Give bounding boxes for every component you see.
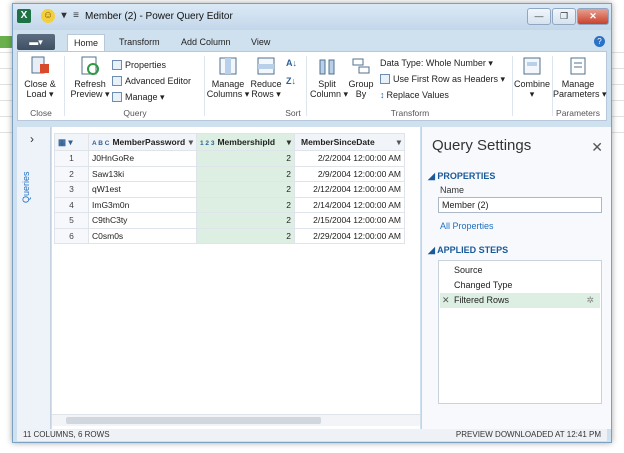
table-row[interactable]: 3 qW1est 2 2/12/2004 12:00:00 AM xyxy=(54,181,405,198)
step-source[interactable]: Source xyxy=(440,263,600,278)
properties-header[interactable]: ◢ PROPERTIES xyxy=(428,171,495,182)
column-header-memberpassword[interactable]: A B C MemberPassword ▾ xyxy=(88,133,197,151)
manage-parameters-button[interactable]: Manage Parameters ▾ xyxy=(553,56,607,99)
column-header-membershipid[interactable]: 1 2 3 MembershipId ▾ xyxy=(196,133,295,151)
close-button[interactable]: ✕ xyxy=(577,8,609,25)
minimize-button[interactable]: — xyxy=(527,8,551,25)
ribbon-tabs: ▬▾ Home Transform Add Column View ? xyxy=(17,31,607,51)
status-bar: 11 COLUMNS, 6 ROWS PREVIEW DOWNLOADED AT… xyxy=(17,429,607,441)
data-type-dropdown[interactable]: Data Type: Whole Number ▾ xyxy=(380,58,493,69)
combine-button[interactable]: Combine ▾ xyxy=(514,56,550,99)
applied-steps-list: Source Changed Type ✕ Filtered Rows ✲ xyxy=(438,260,602,404)
manage-columns-button[interactable]: Manage Columns ▾ xyxy=(206,56,250,99)
combine-icon xyxy=(523,57,541,75)
manage-parameters-icon xyxy=(570,57,586,75)
help-icon[interactable]: ? xyxy=(594,36,605,47)
first-row-headers-button[interactable]: Use First Row as Headers ▾ xyxy=(380,74,505,85)
close-settings-icon[interactable]: ✕ xyxy=(591,139,603,156)
restore-button[interactable]: ❐ xyxy=(552,8,576,25)
filter-dropdown-icon[interactable]: ▾ xyxy=(397,137,401,148)
tab-view[interactable]: View xyxy=(245,34,276,51)
scrollbar-thumb[interactable] xyxy=(66,417,321,424)
group-parameters-label: Parameters xyxy=(556,108,600,118)
query-settings-title: Query Settings xyxy=(432,137,532,154)
manage-columns-icon xyxy=(219,57,237,75)
customize-icon[interactable]: ≡ xyxy=(69,9,83,23)
step-settings-icon[interactable]: ✲ xyxy=(586,293,594,308)
all-properties-link[interactable]: All Properties xyxy=(440,221,494,231)
column-type-icon[interactable]: 1 2 3 xyxy=(200,140,214,147)
name-label: Name xyxy=(440,185,465,195)
expand-queries-icon[interactable]: › xyxy=(30,132,34,146)
filter-dropdown-icon[interactable]: ▾ xyxy=(189,137,193,148)
step-changed-type[interactable]: Changed Type xyxy=(440,278,600,293)
queries-pane-label[interactable]: Queries xyxy=(21,157,31,217)
group-by-button[interactable]: Group By xyxy=(346,56,376,99)
table-menu-icon[interactable]: ▦ ▾ xyxy=(54,133,89,151)
sort-ascending-icon[interactable]: A↓ xyxy=(286,58,297,69)
filter-applied-icon[interactable]: ▾ xyxy=(287,137,291,148)
split-column-icon xyxy=(319,59,335,75)
table-row[interactable]: 4 ImG3m0n 2 2/14/2004 12:00:00 AM xyxy=(54,196,405,213)
sort-descending-icon[interactable]: Z↓ xyxy=(286,76,296,87)
title-bar: X ☺ ▾ ≡ Member (2) - Power Query Editor … xyxy=(13,4,611,30)
tab-transform[interactable]: Transform xyxy=(113,34,166,51)
group-close-label: Close xyxy=(30,108,52,118)
tab-add-column[interactable]: Add Column xyxy=(175,34,237,51)
refresh-preview-button[interactable]: Refresh Preview ▾ xyxy=(70,56,110,99)
column-header-membersincedate[interactable]: MemberSinceDate ▾ xyxy=(294,133,405,151)
column-type-icon[interactable]: A B C xyxy=(92,140,109,147)
power-query-window: X ☺ ▾ ≡ Member (2) - Power Query Editor … xyxy=(12,3,612,443)
data-table: ▦ ▾ A B C MemberPassword ▾ 1 2 3 Membership… xyxy=(54,133,405,244)
group-by-icon xyxy=(352,58,370,74)
horizontal-scrollbar[interactable] xyxy=(52,414,420,426)
query-settings-pane: Query Settings ✕ ◢ PROPERTIES Name Membe… xyxy=(421,127,611,429)
close-load-icon xyxy=(31,56,49,74)
queries-pane: › Queries xyxy=(17,127,51,429)
properties-button[interactable]: Properties xyxy=(112,60,166,71)
replace-values-button[interactable]: ↕ Replace Values xyxy=(380,90,449,101)
status-left: 11 COLUMNS, 6 ROWS xyxy=(23,430,110,439)
reduce-rows-button[interactable]: Reduce Rows ▾ xyxy=(250,56,282,99)
table-row[interactable]: 2 Saw13ki 2 2/9/2004 12:00:00 AM xyxy=(54,165,405,182)
excel-icon: X xyxy=(17,9,31,23)
close-load-button[interactable]: Close & Load ▾ xyxy=(22,56,58,99)
refresh-icon xyxy=(81,56,99,75)
status-right: PREVIEW DOWNLOADED AT 12:41 PM xyxy=(455,430,601,439)
window-title: Member (2) - Power Query Editor xyxy=(85,11,233,22)
smiley-icon[interactable]: ☺ xyxy=(41,9,55,23)
applied-steps-header[interactable]: ◢ APPLIED STEPS xyxy=(428,245,508,256)
delete-step-icon[interactable]: ✕ xyxy=(442,293,450,308)
file-tab[interactable]: ▬▾ xyxy=(17,34,55,50)
split-column-button[interactable]: Split Column ▾ xyxy=(310,56,348,99)
table-row[interactable]: 1 J0HnGoRe 2 2/2/2004 12:00:00 AM xyxy=(54,150,405,167)
table-row[interactable]: 6 C0sm0s 2 2/29/2004 12:00:00 AM xyxy=(54,227,405,244)
manage-button[interactable]: Manage ▾ xyxy=(112,92,165,103)
group-sort-label: Sort xyxy=(285,108,301,118)
ribbon: Close & Load ▾ Close Refresh Preview ▾ P… xyxy=(17,51,607,121)
group-query-label: Query xyxy=(123,108,147,118)
group-transform-label: Transform xyxy=(390,108,430,118)
data-grid-pane: ▦ ▾ A B C MemberPassword ▾ 1 2 3 Membership… xyxy=(52,127,420,429)
query-name-input[interactable]: Member (2) xyxy=(438,197,602,213)
table-row[interactable]: 5 C9thC3ty 2 2/15/2004 12:00:00 AM xyxy=(54,212,405,229)
reduce-rows-icon xyxy=(257,57,275,75)
advanced-editor-button[interactable]: Advanced Editor xyxy=(112,76,191,87)
step-filtered-rows[interactable]: ✕ Filtered Rows ✲ xyxy=(440,293,600,308)
tab-home[interactable]: Home xyxy=(67,34,106,51)
